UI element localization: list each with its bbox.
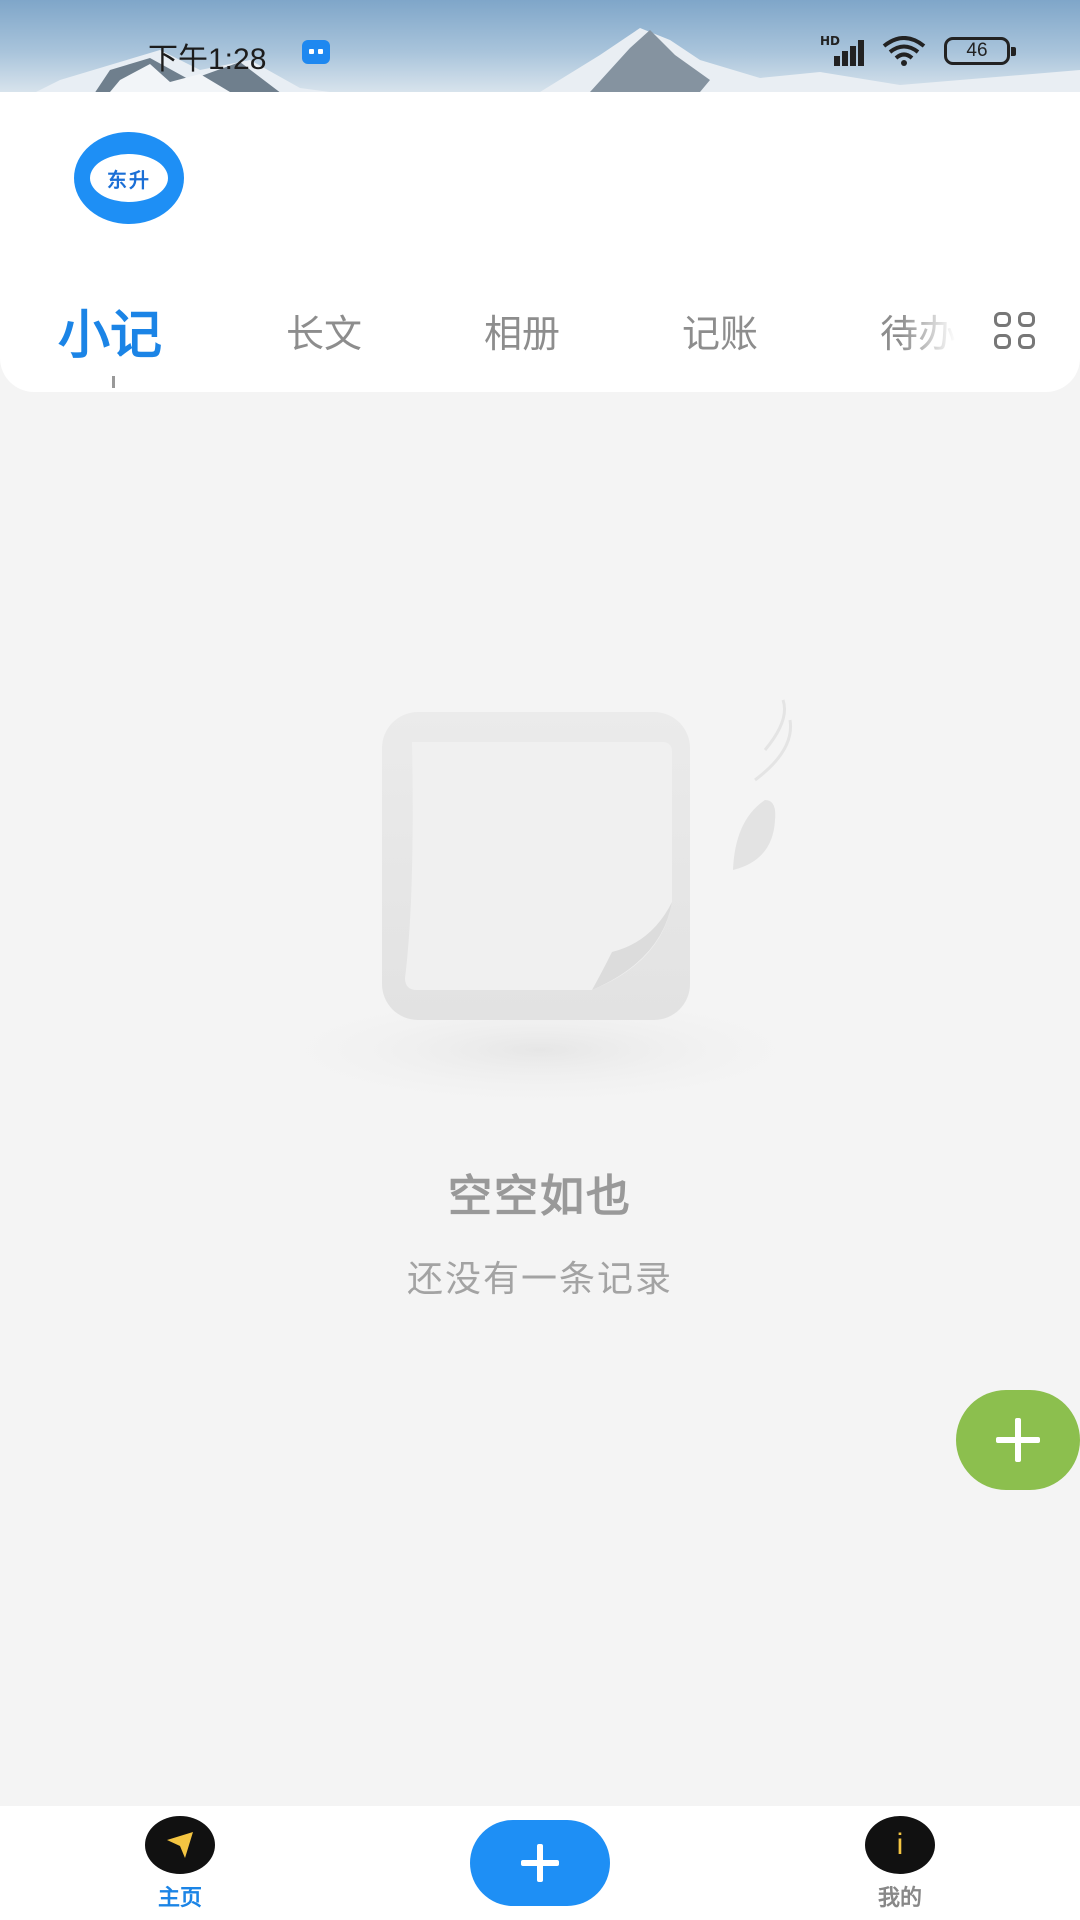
avatar-text: 东升 (107, 167, 151, 192)
notification-app-icon (302, 40, 330, 64)
info-icon-glyph: i (896, 1828, 904, 1861)
tab-active-indicator (112, 376, 115, 388)
empty-notes-illustration (250, 699, 830, 1110)
status-bar: 下午1:28 HD 46 (0, 0, 1080, 92)
wifi-icon (882, 36, 926, 66)
plus-icon (521, 1844, 559, 1882)
cellular-signal-icon: HD (820, 34, 864, 66)
send-arrow-icon (145, 1816, 215, 1874)
status-icons: HD 46 (820, 34, 1016, 66)
grid-icon[interactable] (994, 312, 1038, 352)
nav-home[interactable]: 主页 (110, 1816, 250, 1912)
bottom-navigation: 主页 i 我的 (0, 1806, 1080, 1920)
add-note-fab[interactable] (956, 1390, 1080, 1490)
avatar[interactable]: 东升 (74, 132, 184, 224)
tab-overflow-fade (900, 290, 980, 370)
category-tabs: 小记 长文 相册 记账 待办 (0, 290, 1080, 390)
nav-profile-label: 我的 (877, 1886, 922, 1911)
tab-notes[interactable]: 小记 (58, 290, 162, 370)
battery-icon: 46 (944, 37, 1016, 65)
battery-level: 46 (966, 40, 988, 61)
status-time: 下午1:28 (148, 43, 267, 76)
nav-home-label: 主页 (157, 1886, 202, 1911)
nav-add-button[interactable] (470, 1820, 610, 1906)
nav-profile[interactable]: i 我的 (830, 1816, 970, 1912)
tab-bookkeeping[interactable]: 记账 (682, 290, 758, 370)
tab-album[interactable]: 相册 (484, 290, 560, 370)
network-label: HD (820, 34, 841, 48)
empty-state-subtitle: 还没有一条记录 (406, 1259, 673, 1300)
tab-long-article[interactable]: 长文 (286, 290, 362, 370)
empty-state-title: 空空如也 (448, 1171, 632, 1222)
info-icon: i (865, 1816, 935, 1874)
avatar-badge: 东升 (90, 154, 168, 202)
plus-icon (996, 1418, 1040, 1462)
